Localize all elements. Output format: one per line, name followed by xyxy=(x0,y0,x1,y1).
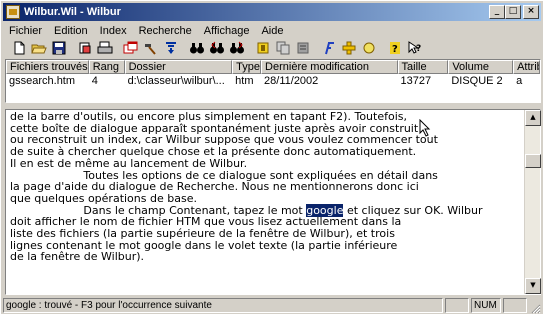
hammer-icon[interactable] xyxy=(141,39,161,57)
cell-volume: DISQUE 2 xyxy=(451,75,503,87)
minimize-button[interactable]: _ xyxy=(489,5,505,19)
new-icon[interactable] xyxy=(9,39,29,57)
status-cell-empty-2 xyxy=(503,298,527,313)
vertical-scrollbar[interactable]: ▲ ▼ xyxy=(524,110,541,294)
mouse-pointer-icon xyxy=(419,119,431,137)
menu-fichier[interactable]: Fichier xyxy=(3,25,48,37)
text-line: de la fenêtre de Wilbur). xyxy=(10,250,145,264)
toolbar: ? ? xyxy=(3,39,541,57)
status-bar: google : trouvé - F3 pour l'occurrence s… xyxy=(3,297,541,314)
cell-modification: 28/11/2002 xyxy=(264,75,319,87)
col-fichiers[interactable]: Fichiers trouvés xyxy=(6,60,89,74)
binoculars-prev-icon[interactable] xyxy=(207,39,227,57)
italic-f-icon[interactable] xyxy=(319,39,339,57)
menu-edition[interactable]: Edition xyxy=(48,25,94,37)
col-taille[interactable]: Taille xyxy=(397,60,449,74)
col-type[interactable]: Type xyxy=(232,60,262,74)
copy-icon[interactable] xyxy=(273,39,293,57)
menu-recherche[interactable]: Recherche xyxy=(133,25,198,37)
question-icon[interactable]: ? xyxy=(385,39,405,57)
col-volume[interactable]: Volume xyxy=(448,60,514,74)
open-icon[interactable] xyxy=(29,39,49,57)
menu-index[interactable]: Index xyxy=(94,25,133,37)
document-text[interactable]: de la barre d'outils, ou encore plus sim… xyxy=(10,111,522,293)
col-modification[interactable]: Dernière modification xyxy=(261,60,398,74)
cell-dossier: d:\classeur\wilbur\... xyxy=(127,75,225,87)
menu-aide[interactable]: Aide xyxy=(255,25,289,37)
maximize-button[interactable]: □ xyxy=(505,5,521,19)
col-dossier[interactable]: Dossier xyxy=(124,60,233,74)
app-icon[interactable] xyxy=(6,5,20,19)
save-icon[interactable] xyxy=(49,39,69,57)
copy-window-icon[interactable] xyxy=(121,39,141,57)
menu-affichage[interactable]: Affichage xyxy=(198,25,256,37)
circle-icon[interactable] xyxy=(359,39,379,57)
close-button[interactable]: × xyxy=(523,5,539,19)
text-pane[interactable]: de la barre d'outils, ou encore plus sim… xyxy=(5,109,541,295)
binoculars-next-icon[interactable] xyxy=(227,39,247,57)
svg-text:?: ? xyxy=(392,44,398,55)
add-icon[interactable] xyxy=(339,39,359,57)
results-header: Fichiers trouvés Rang Dossier Type Derni… xyxy=(6,60,540,74)
cell-rang: 4 xyxy=(91,75,98,87)
filter-down-icon[interactable] xyxy=(161,39,181,57)
status-num: NUM xyxy=(471,298,501,313)
binoculars-icon[interactable] xyxy=(187,39,207,57)
table-row[interactable]: gssearch.htm 4 d:\classeur\wilbur\... ht… xyxy=(6,74,540,88)
status-message: google : trouvé - F3 pour l'occurrence s… xyxy=(3,298,443,313)
list-icon[interactable] xyxy=(293,39,313,57)
col-attributs[interactable]: Attributs xyxy=(513,60,540,74)
resize-grip-icon[interactable] xyxy=(529,302,541,314)
window-title: Wilbur.Wil - Wilbur xyxy=(24,6,121,18)
main-window: Wilbur.Wil - Wilbur _ □ × Fichier Editio… xyxy=(0,0,544,315)
svg-text:?: ? xyxy=(416,44,421,54)
scroll-up-icon[interactable]: ▲ xyxy=(525,110,541,126)
cell-filename: gssearch.htm xyxy=(9,75,76,87)
cell-type: htm xyxy=(235,75,254,87)
print-icon[interactable] xyxy=(95,39,115,57)
text-line: de la barre d'outils, ou encore plus sim… xyxy=(10,111,407,123)
cell-taille: 13727 xyxy=(400,75,432,87)
cut-icon[interactable] xyxy=(75,39,95,57)
title-bar[interactable]: Wilbur.Wil - Wilbur _ □ × xyxy=(3,3,541,21)
cell-attributs: a xyxy=(516,75,523,87)
highlight-icon[interactable] xyxy=(253,39,273,57)
text-line: liste des fichiers (la partie supérieure… xyxy=(10,227,395,241)
status-cell-empty xyxy=(445,298,469,313)
menu-bar: Fichier Edition Index Recherche Affichag… xyxy=(3,22,541,39)
scroll-thumb[interactable] xyxy=(525,154,541,168)
results-table: Fichiers trouvés Rang Dossier Type Derni… xyxy=(5,59,541,103)
help-pointer-icon[interactable]: ? xyxy=(405,39,425,57)
scroll-down-icon[interactable]: ▼ xyxy=(525,278,541,294)
window-controls: _ □ × xyxy=(489,5,539,19)
col-rang[interactable]: Rang xyxy=(88,60,125,74)
pane-splitter[interactable] xyxy=(3,104,541,108)
text-line: Il en est de même au lancement de Wilbur… xyxy=(10,156,248,170)
